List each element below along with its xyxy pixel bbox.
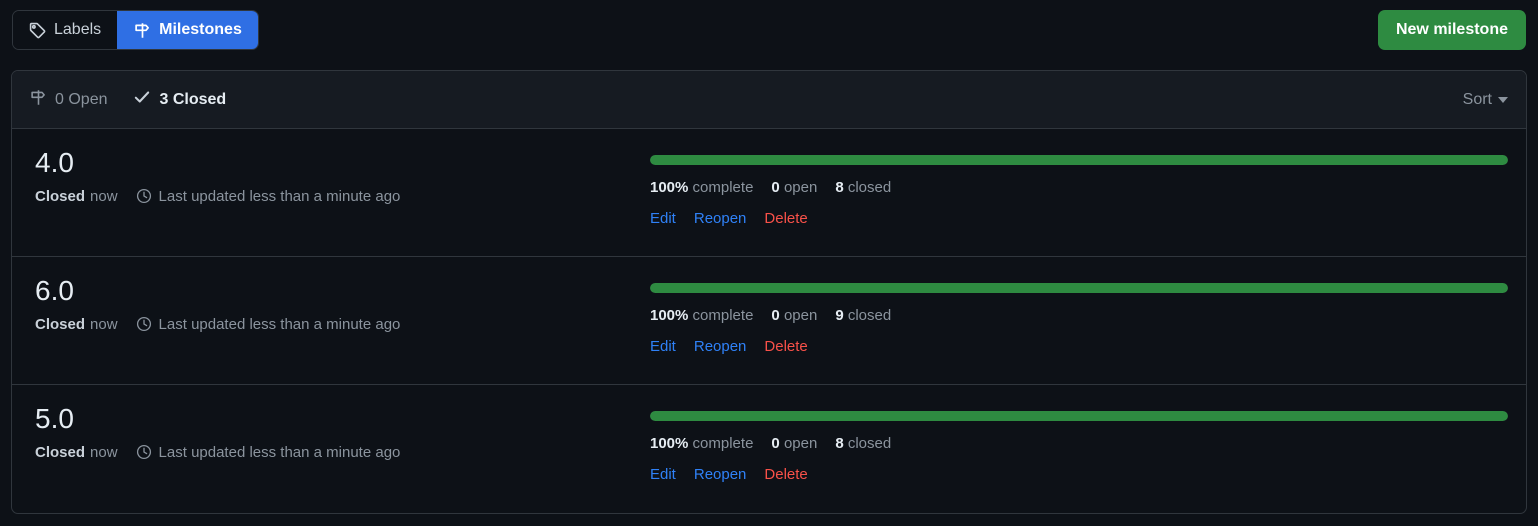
filter-open-label: 0 Open <box>55 90 108 108</box>
tab-milestones-label: Milestones <box>159 21 242 38</box>
filter-closed-label: 3 Closed <box>159 90 227 108</box>
milestone-updated: Last updated less than a minute ago <box>158 315 401 333</box>
progress-bar-fill <box>650 283 1508 293</box>
milestone-row: 4.0 Closed now Last updated less than a … <box>12 129 1526 257</box>
chevron-down-icon <box>1498 96 1508 103</box>
open-issues-count: 0 <box>771 179 780 196</box>
tag-icon <box>29 22 46 39</box>
closed-issues-count: 8 <box>835 435 844 452</box>
open-issues-label: open <box>783 435 818 452</box>
milestone-summary: 5.0 Closed now Last updated less than a … <box>30 401 650 495</box>
percent-complete-label: complete <box>692 435 754 452</box>
milestone-icon <box>134 22 151 39</box>
closed-issues-count: 8 <box>835 179 844 196</box>
milestones-card: 0 Open 3 Closed Sort 4.0 Closed now Last… <box>11 70 1527 514</box>
milestone-row: 6.0 Closed now Last updated less than a … <box>12 257 1526 385</box>
milestone-meta: Closed now Last updated less than a minu… <box>35 316 650 332</box>
milestone-updated: Last updated less than a minute ago <box>158 187 401 205</box>
milestone-closed-when: now <box>90 315 118 333</box>
percent-complete-value: 100% <box>650 307 689 324</box>
page-toolbar: Labels Milestones New milestone <box>0 0 1538 60</box>
reopen-link[interactable]: Reopen <box>694 338 747 355</box>
milestone-summary: 6.0 Closed now Last updated less than a … <box>30 273 650 366</box>
labels-milestones-switch: Labels Milestones <box>12 10 259 50</box>
milestone-updated: Last updated less than a minute ago <box>158 443 401 461</box>
delete-link[interactable]: Delete <box>764 338 807 355</box>
closed-issues-count: 9 <box>835 307 844 324</box>
milestone-actions: Edit Reopen Delete <box>650 338 1508 355</box>
delete-link[interactable]: Delete <box>764 210 807 227</box>
milestone-meta: Closed now Last updated less than a minu… <box>35 188 650 204</box>
milestone-stats: 100% complete 0 open 8 closed <box>650 179 1508 196</box>
milestone-title[interactable]: 4.0 <box>35 145 650 180</box>
closed-issues-label: closed <box>847 307 892 324</box>
open-issues-label: open <box>783 179 818 196</box>
milestone-row: 5.0 Closed now Last updated less than a … <box>12 385 1526 513</box>
milestone-meta: Closed now Last updated less than a minu… <box>35 444 650 460</box>
closed-issues-label: closed <box>847 179 892 196</box>
milestones-filter-bar: 0 Open 3 Closed Sort <box>12 71 1526 129</box>
percent-complete-value: 100% <box>650 179 689 196</box>
milestone-summary: 4.0 Closed now Last updated less than a … <box>30 145 650 238</box>
milestone-actions: Edit Reopen Delete <box>650 210 1508 227</box>
milestone-progress-panel: 100% complete 0 open 8 closed Edit Reope… <box>650 401 1508 495</box>
milestone-closed-when: now <box>90 443 118 461</box>
milestone-stats: 100% complete 0 open 9 closed <box>650 307 1508 324</box>
percent-complete-value: 100% <box>650 435 689 452</box>
milestone-closed-when: now <box>90 187 118 205</box>
milestone-icon <box>30 89 47 111</box>
open-issues-count: 0 <box>771 307 780 324</box>
check-icon <box>133 88 151 111</box>
tab-labels[interactable]: Labels <box>13 11 118 49</box>
open-issues-label: open <box>783 307 818 324</box>
edit-link[interactable]: Edit <box>650 466 676 483</box>
milestone-state: Closed <box>35 187 86 205</box>
clock-icon <box>136 188 152 204</box>
edit-link[interactable]: Edit <box>650 338 676 355</box>
milestone-title[interactable]: 6.0 <box>35 273 650 308</box>
tab-milestones[interactable]: Milestones <box>117 11 258 49</box>
closed-issues-label: closed <box>847 435 892 452</box>
milestone-state: Closed <box>35 315 86 333</box>
delete-link[interactable]: Delete <box>764 466 807 483</box>
progress-bar <box>650 411 1508 421</box>
reopen-link[interactable]: Reopen <box>694 210 747 227</box>
percent-complete-label: complete <box>692 179 754 196</box>
sort-dropdown[interactable]: Sort <box>1463 91 1508 109</box>
milestone-progress-panel: 100% complete 0 open 9 closed Edit Reope… <box>650 273 1508 366</box>
open-issues-count: 0 <box>771 435 780 452</box>
milestone-stats: 100% complete 0 open 8 closed <box>650 435 1508 452</box>
milestone-actions: Edit Reopen Delete <box>650 466 1508 483</box>
tab-labels-label: Labels <box>54 21 102 38</box>
milestone-state: Closed <box>35 443 86 461</box>
milestone-title[interactable]: 5.0 <box>35 401 650 436</box>
progress-bar-fill <box>650 411 1508 421</box>
filter-closed[interactable]: 3 Closed <box>133 88 226 111</box>
percent-complete-label: complete <box>692 307 754 324</box>
clock-icon <box>136 444 152 460</box>
progress-bar <box>650 283 1508 293</box>
filter-open[interactable]: 0 Open <box>30 89 107 111</box>
progress-bar <box>650 155 1508 165</box>
progress-bar-fill <box>650 155 1508 165</box>
new-milestone-button[interactable]: New milestone <box>1377 10 1526 50</box>
sort-label: Sort <box>1462 90 1492 108</box>
edit-link[interactable]: Edit <box>650 210 676 227</box>
clock-icon <box>136 316 152 332</box>
reopen-link[interactable]: Reopen <box>694 466 747 483</box>
milestone-progress-panel: 100% complete 0 open 8 closed Edit Reope… <box>650 145 1508 238</box>
